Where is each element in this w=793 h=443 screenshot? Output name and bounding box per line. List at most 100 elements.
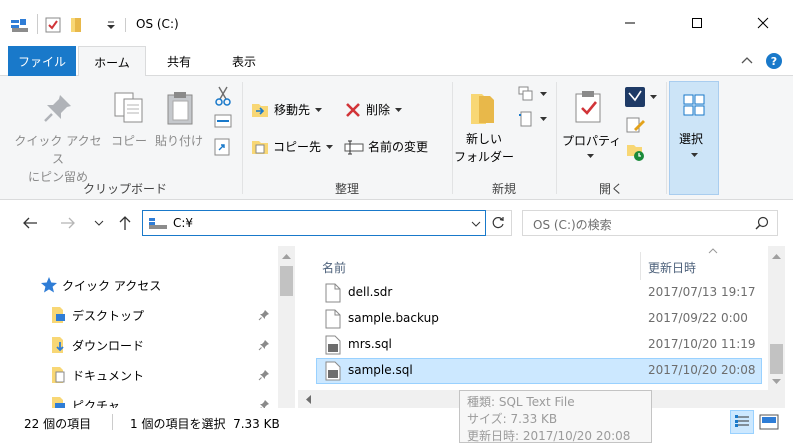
divider xyxy=(112,414,113,430)
select-label: 選択 xyxy=(679,132,704,146)
sql-file-icon xyxy=(325,361,341,381)
close-button[interactable] xyxy=(740,8,786,38)
column-header-name[interactable]: 名前 xyxy=(322,254,640,278)
tab-file[interactable]: ファイル xyxy=(8,46,76,76)
pin-to-quick-access-button[interactable]: クイック アクセス にピン留め xyxy=(10,82,106,184)
paste-button[interactable]: 貼り付け xyxy=(152,82,208,178)
edit-icon[interactable] xyxy=(626,116,646,134)
nav-item-label: ピクチャ xyxy=(72,398,120,409)
pin-label-line1: クイック アクセス xyxy=(14,134,102,166)
scroll-left-icon[interactable] xyxy=(306,395,312,404)
nav-item-label: ダウンロード xyxy=(72,338,145,353)
refresh-button[interactable] xyxy=(486,210,512,236)
svg-text:?: ? xyxy=(771,55,777,68)
address-dropdown-icon[interactable] xyxy=(471,221,481,228)
scroll-up-icon[interactable] xyxy=(772,254,781,260)
copy-to-button[interactable]: コピー先 xyxy=(250,135,344,159)
nav-item-documents[interactable]: ドキュメント xyxy=(0,360,280,390)
select-grid-icon xyxy=(683,94,705,116)
drive-icon xyxy=(148,216,168,230)
rename-label: 名前の変更 xyxy=(368,140,429,154)
group-separator xyxy=(556,82,557,194)
rename-button[interactable]: 名前の変更 xyxy=(344,135,444,159)
item-count: 22 個の項目 xyxy=(24,417,92,431)
file-row[interactable]: sample.backup 2017/09/22 0:00 xyxy=(316,306,762,332)
file-row-selected[interactable]: sample.sql 2017/10/20 20:08 xyxy=(316,358,762,384)
nav-item-quick-access[interactable]: クイック アクセス xyxy=(0,270,280,300)
tab-share[interactable]: 共有 xyxy=(150,46,208,76)
pin-icon[interactable] xyxy=(258,309,270,321)
new-folder-button[interactable]: 新しい フォルダー xyxy=(454,82,514,178)
cut-icon[interactable] xyxy=(214,86,232,106)
scroll-up-icon[interactable] xyxy=(282,254,291,260)
clipboard-group-label: クリップボード xyxy=(82,182,167,196)
group-separator xyxy=(666,82,667,194)
pin-icon[interactable] xyxy=(258,339,270,351)
maximize-button[interactable] xyxy=(674,8,720,38)
large-icons-view-button[interactable] xyxy=(758,412,780,432)
address-bar[interactable]: C:¥ xyxy=(142,210,486,236)
details-view-button[interactable] xyxy=(730,410,754,434)
tab-view[interactable]: 表示 xyxy=(214,46,274,76)
sql-file-icon xyxy=(325,335,341,355)
delete-button[interactable]: 削除 xyxy=(344,98,424,122)
file-list-scroll-thumb[interactable] xyxy=(770,344,783,374)
collapse-ribbon-icon[interactable] xyxy=(740,55,754,65)
copy-to-label: コピー先 xyxy=(273,140,322,154)
nav-item-pictures[interactable]: ピクチャ xyxy=(0,390,280,408)
move-to-label: 移動先 xyxy=(274,103,311,117)
file-row[interactable]: dell.sdr 2017/07/13 19:17 xyxy=(316,280,762,306)
status-bar: 22 個の項目 1 個の項目を選択 7.33 KB xyxy=(0,408,793,443)
tab-home[interactable]: ホーム xyxy=(78,46,146,77)
search-icon xyxy=(755,216,769,230)
new-item-icon[interactable] xyxy=(518,86,548,102)
open-with-icon[interactable] xyxy=(624,86,658,108)
column-header-label: 名前 xyxy=(322,261,347,275)
search-placeholder: OS (C:)の検索 xyxy=(533,218,612,232)
up-arrow-icon[interactable] xyxy=(118,215,132,231)
customize-qa-icon[interactable] xyxy=(90,18,130,32)
move-to-button[interactable]: 移動先 xyxy=(250,98,344,122)
nav-pane-scroll-thumb[interactable] xyxy=(280,266,293,296)
tooltip-date: 更新日時: 2017/10/20 20:08 xyxy=(467,429,631,443)
pin-icon[interactable] xyxy=(258,399,270,408)
column-header-date[interactable]: 更新日時 xyxy=(648,248,768,278)
minimize-button[interactable] xyxy=(607,8,653,38)
nav-item-downloads[interactable]: ダウンロード xyxy=(0,330,280,360)
forward-arrow-icon[interactable] xyxy=(60,217,76,229)
properties-icon[interactable] xyxy=(44,16,62,34)
nav-item-label: クイック アクセス xyxy=(62,278,162,293)
nav-item-label: デスクトップ xyxy=(72,308,145,323)
sort-ascending-icon xyxy=(708,248,718,254)
pin-icon[interactable] xyxy=(258,369,270,381)
chevron-down-icon xyxy=(395,107,403,113)
file-row[interactable]: mrs.sql 2017/10/20 11:19 xyxy=(316,332,762,358)
rename-icon xyxy=(344,138,364,156)
drive-icon[interactable] xyxy=(10,16,28,34)
delete-label: 削除 xyxy=(366,103,391,117)
recent-locations-icon[interactable] xyxy=(94,220,104,227)
nav-pane-scrollbar[interactable] xyxy=(278,246,295,408)
scroll-down-icon[interactable] xyxy=(772,378,781,384)
paste-shortcut-icon[interactable] xyxy=(214,138,230,156)
pictures-folder-icon xyxy=(50,396,68,408)
selection-info: 1 個の項目を選択 7.33 KB xyxy=(130,417,280,431)
properties-button[interactable]: プロパティ xyxy=(558,82,622,178)
nav-item-label: ドキュメント xyxy=(72,368,145,383)
easy-access-icon[interactable] xyxy=(518,110,548,128)
select-button[interactable]: 選択 xyxy=(669,81,719,195)
properties-label: プロパティ xyxy=(562,134,622,148)
file-icon xyxy=(325,309,341,329)
back-arrow-icon[interactable] xyxy=(22,217,38,229)
history-icon[interactable] xyxy=(626,142,646,162)
file-list-scrollbar[interactable] xyxy=(768,246,785,390)
new-folder-icon[interactable] xyxy=(68,16,86,34)
copy-path-icon[interactable] xyxy=(214,114,232,128)
address-row: C:¥ OS (C:)の検索 xyxy=(0,200,793,246)
nav-item-desktop[interactable]: デスクトップ xyxy=(0,300,280,330)
help-icon[interactable]: ? xyxy=(765,52,783,70)
file-name: mrs.sql xyxy=(348,337,392,351)
paste-label: 貼り付け xyxy=(155,134,204,148)
search-box[interactable]: OS (C:)の検索 xyxy=(522,210,778,236)
copy-button[interactable]: コピー xyxy=(108,82,152,178)
